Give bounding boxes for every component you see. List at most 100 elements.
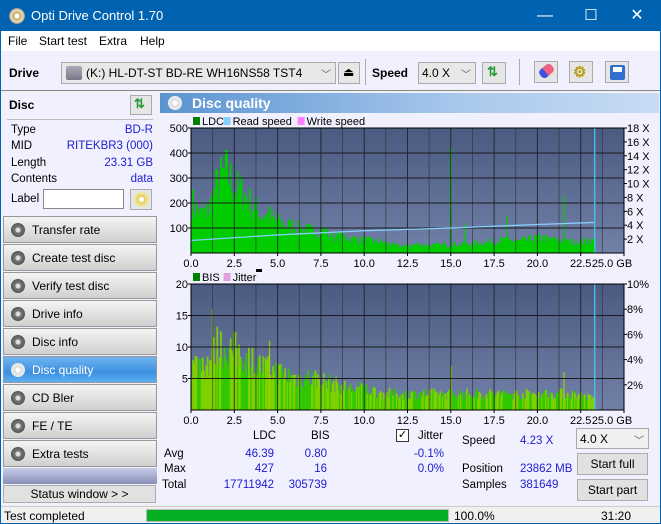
nav-drive-info[interactable]: Drive info	[3, 300, 157, 327]
bis-spike	[563, 372, 565, 410]
minimize-button[interactable]: —	[522, 0, 568, 31]
title-bar: Opti Drive Control 1.70 — ☐ ✕	[1, 0, 660, 31]
samples-label: Samples	[462, 479, 507, 491]
ldc-spike	[563, 195, 565, 253]
menu-bar: File Start test Extra Help	[1, 31, 660, 51]
nav-label: FE / TE	[32, 419, 73, 433]
speed-select[interactable]: 4.0 X ﹀	[418, 62, 476, 84]
refresh-button[interactable]: ⇅	[482, 62, 506, 84]
nav-spacer	[3, 468, 157, 484]
toolbar: Drive (K:) HL-DT-ST BD-RE WH16NS58 TST4 …	[1, 51, 660, 91]
y-tick-label: 100	[170, 223, 188, 235]
y-tick-label: 400	[170, 148, 188, 160]
row-avg-label: Avg	[164, 448, 184, 460]
menu-start-test[interactable]: Start test	[39, 34, 87, 48]
disc-fe-te-icon	[11, 419, 25, 433]
nav-fe-te[interactable]: FE / TE	[3, 412, 157, 439]
disc-quality-icon	[168, 96, 182, 110]
nav-label: CD Bler	[32, 391, 75, 405]
disc-length-row: Length 23.31 GB	[11, 157, 153, 173]
nav-label: Disc info	[32, 335, 79, 349]
nav-label: Verify test disc	[32, 279, 110, 293]
y-tick-label: 5	[182, 374, 188, 386]
menu-file[interactable]: File	[8, 34, 27, 48]
status-bar: Test completed 100.0% 31:20	[1, 506, 660, 523]
y-tick-label: 10	[176, 342, 188, 354]
y2-tick-label: 18 X	[627, 123, 650, 135]
floppy-disk-icon	[610, 65, 625, 80]
speed-value: 4.23 X	[520, 435, 554, 447]
disc-label-input[interactable]	[43, 189, 124, 209]
settings-button[interactable]: ⚙	[569, 61, 593, 83]
eraser-icon	[537, 62, 556, 80]
y2-tick-label: 12 X	[627, 165, 650, 177]
max-bis: 16	[314, 463, 327, 475]
disc-label-button[interactable]	[130, 189, 152, 210]
y2-tick-label: 2 X	[627, 234, 644, 246]
y2-tick-label: 6 X	[627, 206, 644, 218]
jitter-checkbox[interactable]: ✓	[396, 429, 409, 442]
y2-tick-label: 2%	[627, 380, 643, 392]
nav-disc-quality[interactable]: Disc quality	[3, 356, 157, 383]
disc-mid-row: MID RITEKBR3 (000)	[11, 140, 153, 156]
refresh-arrows-icon: ⇅	[487, 64, 498, 79]
legend-swatch	[223, 273, 231, 281]
y2-tick-label: 10%	[627, 279, 649, 291]
nav-disc-info[interactable]: Disc info	[3, 328, 157, 355]
menu-help[interactable]: Help	[140, 34, 165, 48]
progress-fill	[147, 510, 448, 521]
close-button[interactable]: ✕	[614, 0, 660, 31]
x-tick-label: 10.0	[353, 415, 374, 427]
nav-verify-test-disc[interactable]: Verify test disc	[3, 272, 157, 299]
disc-info-icon	[11, 335, 25, 349]
disc-refresh-button[interactable]: ⇅	[130, 95, 152, 115]
total-ldc: 17711942	[223, 479, 274, 491]
start-full-button[interactable]: Start full	[577, 453, 648, 475]
test-speed-value: 4.0 X	[580, 432, 609, 446]
avg-jitter: -0.1%	[413, 448, 444, 460]
x-tick-label: 17.5	[483, 258, 504, 270]
ldc-spike	[506, 215, 508, 253]
nav-cd-bler[interactable]: CD Bler	[3, 384, 157, 411]
x-tick-label: 25.0 GB	[592, 415, 632, 427]
legend-swatch	[297, 117, 305, 125]
menu-extra[interactable]: Extra	[99, 34, 127, 48]
erase-button[interactable]	[534, 61, 558, 83]
position-label: Position	[462, 463, 503, 475]
disc-chart-icon	[11, 223, 25, 237]
disc-extra-icon	[11, 447, 25, 461]
nav-create-test-disc[interactable]: Create test disc	[3, 244, 157, 271]
jitter-label: Jitter	[418, 430, 443, 442]
nav-label: Extra tests	[32, 447, 89, 461]
x-tick-label: 0.0	[183, 415, 198, 427]
x-tick-label: 22.5	[570, 258, 591, 270]
drive-select[interactable]: (K:) HL-DT-ST BD-RE WH16NS58 TST4 ﹀	[61, 62, 336, 84]
x-tick-label: 7.5	[313, 258, 328, 270]
field-value: 23.31 GB	[104, 157, 153, 169]
x-tick-label: 7.5	[313, 415, 328, 427]
status-window-button[interactable]: Status window > >	[3, 485, 156, 503]
maximize-button[interactable]: ☐	[568, 0, 614, 31]
nav-extra-tests[interactable]: Extra tests	[3, 440, 157, 467]
legend-label: Jitter	[233, 272, 257, 284]
disc-type-row: Type BD-R	[11, 124, 153, 140]
x-tick-label: 20.0	[527, 415, 548, 427]
chevron-down-icon: ﹀	[321, 70, 331, 81]
disc-quality-icon	[11, 363, 25, 377]
x-tick-label: 5.0	[270, 415, 285, 427]
nav-transfer-rate[interactable]: Transfer rate	[3, 216, 157, 243]
eject-button[interactable]: ⏏	[338, 62, 360, 84]
save-button[interactable]	[605, 61, 629, 83]
y2-tick-label: 4 X	[627, 220, 644, 232]
chevron-down-icon: ﹀	[634, 436, 644, 447]
drive-icon	[66, 66, 82, 80]
start-part-button[interactable]: Start part	[577, 479, 648, 501]
test-speed-select[interactable]: 4.0 X ﹀	[576, 428, 649, 449]
nav-label: Drive info	[32, 307, 83, 321]
x-tick-label: 0.0	[183, 258, 198, 270]
status-text: Test completed	[4, 509, 85, 523]
field-value: RITEKBR3 (000)	[66, 140, 153, 152]
drive-select-value: (K:) HL-DT-ST BD-RE WH16NS58 TST4	[86, 66, 303, 80]
speed-label: Speed	[462, 435, 496, 447]
x-tick-label: 22.5	[570, 415, 591, 427]
